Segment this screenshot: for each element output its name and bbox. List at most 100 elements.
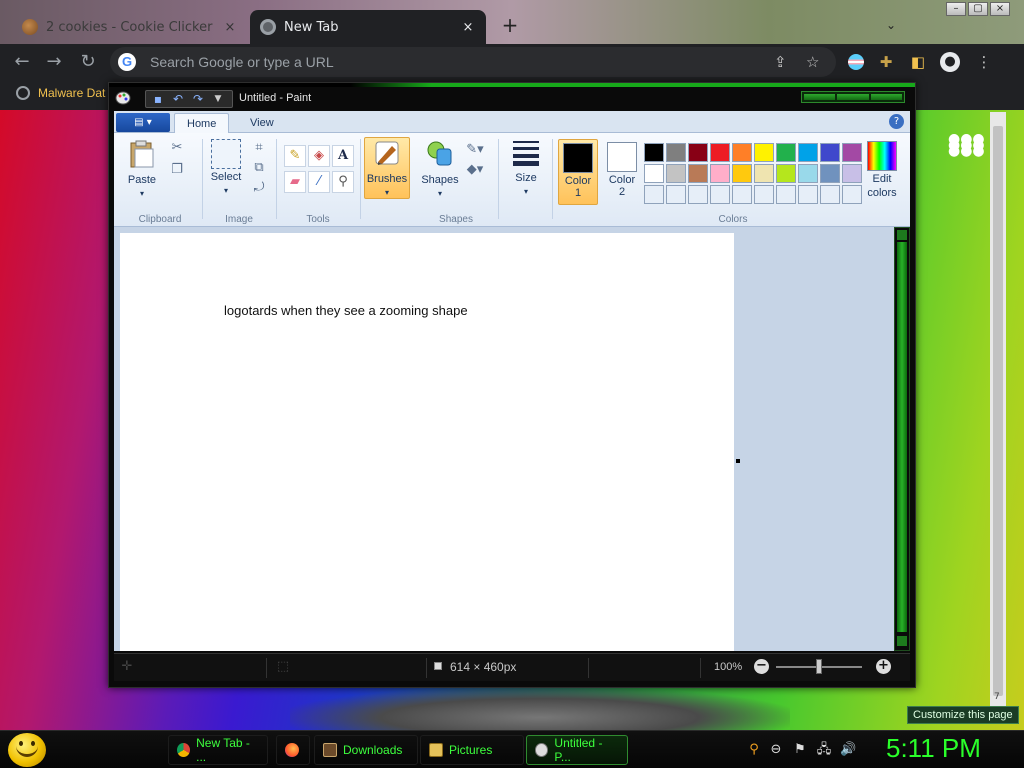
extensions-icon[interactable]: ✚ <box>876 52 896 72</box>
customize-page-button[interactable]: Customize this page <box>907 706 1019 724</box>
palette-swatch[interactable] <box>754 143 774 162</box>
canvas-vertical-scrollbar[interactable] <box>894 227 910 651</box>
resize-icon[interactable]: ⧉ <box>250 159 268 177</box>
scroll-down-arrow[interactable] <box>897 636 907 646</box>
chevron-down-icon[interactable]: ▼ <box>210 92 226 106</box>
cut-icon[interactable]: ✂ <box>168 139 186 157</box>
omnibox[interactable]: G Search Google or type a URL ⇪ ☆ <box>110 47 836 77</box>
start-button[interactable] <box>8 733 46 767</box>
taskbar-item-downloads[interactable]: Downloads <box>314 735 418 765</box>
tab-home[interactable]: Home <box>174 113 230 133</box>
redo-icon[interactable]: ↷ <box>190 92 206 106</box>
taskbar-item-paint[interactable]: Untitled - P... <box>526 735 628 765</box>
palette-swatch[interactable] <box>710 143 730 162</box>
apps-grid-icon[interactable]: ●●● ●●● ●●● <box>948 132 985 158</box>
tab-cookie-clicker[interactable]: 2 cookies - Cookie Clicker × <box>12 10 248 44</box>
minus-circle-icon[interactable]: ⊖ <box>768 742 784 758</box>
shapes-button[interactable]: Shapes ▾ <box>420 139 460 201</box>
drawing-canvas[interactable]: logotards when they see a zooming shape <box>120 233 734 651</box>
size-button[interactable]: Size ▾ <box>504 137 548 199</box>
file-menu-button[interactable]: ▤ ▾ <box>116 113 170 132</box>
palette-swatch[interactable] <box>842 143 862 162</box>
palette-swatch[interactable] <box>666 143 686 162</box>
magnifier-icon[interactable]: ⚲ <box>332 171 354 193</box>
close-icon[interactable]: × <box>222 20 238 35</box>
search-icon[interactable]: ⚲ <box>746 742 762 758</box>
maximize-icon[interactable]: ▢ <box>968 2 988 16</box>
menu-icon[interactable]: ⋮ <box>974 52 994 72</box>
palette-swatch[interactable] <box>798 185 818 204</box>
zoom-slider-thumb[interactable] <box>816 659 822 674</box>
palette-swatch[interactable] <box>644 185 664 204</box>
fill-shape-icon[interactable]: ◆▾ <box>466 161 484 179</box>
reload-icon[interactable]: ↻ <box>76 50 100 74</box>
zoom-in-icon[interactable]: + <box>876 659 891 674</box>
star-icon[interactable]: ☆ <box>806 53 819 71</box>
edit-colors-button[interactable]: Edit colors <box>860 141 904 203</box>
taskbar-item-firefox[interactable] <box>276 735 310 765</box>
share-icon[interactable]: ⇪ <box>774 53 787 71</box>
palette-swatch[interactable] <box>732 143 752 162</box>
palette-swatch[interactable] <box>820 164 840 183</box>
back-icon[interactable]: ← <box>10 50 34 74</box>
help-icon[interactable]: ? <box>889 114 904 129</box>
new-tab-button[interactable]: + <box>498 14 522 38</box>
palette-swatch[interactable] <box>820 143 840 162</box>
scrollbar-thumb[interactable] <box>993 126 1003 696</box>
color2-button[interactable]: Color 2 <box>602 139 642 205</box>
palette-swatch[interactable] <box>688 185 708 204</box>
close-button[interactable] <box>870 94 902 100</box>
taskbar-item-pictures[interactable]: Pictures <box>420 735 524 765</box>
palette-swatch[interactable] <box>820 185 840 204</box>
color-picker-icon[interactable]: ⁄ <box>308 171 330 193</box>
palette-swatch[interactable] <box>754 164 774 183</box>
tab-new-tab[interactable]: New Tab × <box>250 10 486 44</box>
canvas-resize-handle[interactable] <box>736 459 740 463</box>
close-icon[interactable]: × <box>990 2 1010 16</box>
palette-swatch[interactable] <box>732 164 752 183</box>
network-icon[interactable]: 🖧 <box>816 742 832 758</box>
bookmark-item[interactable]: Malware Dat <box>16 86 105 100</box>
palette-swatch[interactable] <box>732 185 752 204</box>
maximize-button[interactable] <box>837 94 869 100</box>
palette-swatch[interactable] <box>666 164 686 183</box>
palette-swatch[interactable] <box>688 164 708 183</box>
palette-swatch[interactable] <box>842 164 862 183</box>
palette-swatch[interactable] <box>666 185 686 204</box>
palette-swatch[interactable] <box>776 164 796 183</box>
paste-button[interactable]: Paste ▾ <box>122 139 162 201</box>
eraser-icon[interactable]: ▰ <box>284 171 306 193</box>
brushes-button[interactable]: Brushes ▾ <box>364 137 410 199</box>
palette-swatch[interactable] <box>798 164 818 183</box>
palette-swatch[interactable] <box>644 164 664 183</box>
palette-swatch[interactable] <box>754 185 774 204</box>
action-center-icon[interactable]: ⚑ <box>792 742 808 758</box>
tab-view[interactable]: View <box>238 113 286 133</box>
select-button[interactable]: Select ▾ <box>206 139 246 201</box>
fill-icon[interactable]: ◈ <box>308 145 330 167</box>
outline-icon[interactable]: ✎▾ <box>466 141 484 159</box>
minimize-button[interactable] <box>804 94 836 100</box>
save-icon[interactable]: ▪ <box>150 92 166 106</box>
side-panel-icon[interactable]: ◧ <box>908 52 928 72</box>
color1-button[interactable]: Color 1 <box>558 139 598 205</box>
undo-icon[interactable]: ↶ <box>170 92 186 106</box>
profile-icon[interactable]: ● <box>940 52 960 72</box>
clock[interactable]: 5:11 PM <box>886 733 981 764</box>
paint-titlebar[interactable]: ▪ ↶ ↷ ▼ Untitled - Paint <box>109 83 915 111</box>
scroll-up-arrow[interactable] <box>897 230 907 240</box>
palette-swatch[interactable] <box>710 185 730 204</box>
palette-swatch[interactable] <box>688 143 708 162</box>
palette-swatch[interactable] <box>842 185 862 204</box>
scrollbar-thumb[interactable] <box>897 242 907 632</box>
close-icon[interactable]: × <box>460 20 476 35</box>
page-scrollbar[interactable]: 7 <box>990 112 1006 708</box>
palette-swatch[interactable] <box>644 143 664 162</box>
taskbar-item-chrome[interactable]: New Tab - ... <box>168 735 268 765</box>
palette-swatch[interactable] <box>776 143 796 162</box>
text-icon[interactable]: A <box>332 145 354 167</box>
zoom-out-icon[interactable]: − <box>754 659 769 674</box>
chevron-down-icon[interactable]: ⌄ <box>886 18 896 32</box>
volume-icon[interactable]: 🔊 <box>840 742 856 758</box>
flag-extension-icon[interactable] <box>846 52 866 72</box>
